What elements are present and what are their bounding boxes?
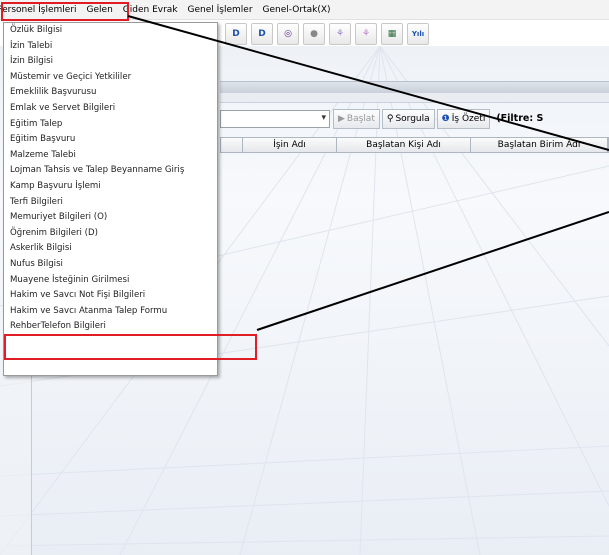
left-frame xyxy=(0,368,32,555)
menu-item-lojman-tahsis[interactable]: Lojman Tahsis ve Talep Beyanname Giriş xyxy=(4,163,217,179)
users-alt-icon[interactable]: ⚘ xyxy=(355,23,377,45)
menu-item-askerlik-bilgisi[interactable]: Askerlik Bilgisi xyxy=(4,241,217,257)
menu-item-izin-talebi[interactable]: İzin Talebi xyxy=(4,39,217,55)
menu-item-atanma-talep-formu[interactable]: Hakim ve Savcı Atanma Talep Formu xyxy=(4,304,217,320)
menu-item-rehber-telefon[interactable]: RehberTelefon Bilgileri xyxy=(4,319,217,335)
document-delete-glyph: D xyxy=(258,29,266,39)
users-icon[interactable]: ⚘ xyxy=(329,23,351,45)
globe-icon[interactable]: ◎ xyxy=(277,23,299,45)
circle-icon[interactable]: ● xyxy=(303,23,325,45)
menu-item-nufus-bilgisi[interactable]: Nufus Bilgisi xyxy=(4,257,217,273)
document-add-glyph: D xyxy=(232,29,240,39)
menu-item-emeklilik-basvurusu[interactable]: Emeklilik Başvurusu xyxy=(4,85,217,101)
grid-icon[interactable]: ▦ xyxy=(381,23,403,45)
filter-combobox[interactable]: ▾ xyxy=(220,110,330,128)
query-button[interactable]: ⚲ Sorgula xyxy=(381,109,435,129)
column-header-is-adi[interactable]: İşin Adı xyxy=(243,138,337,152)
annotation-box-menubar xyxy=(1,2,129,21)
menu-item-emlak-servet[interactable]: Emlak ve Servet Bilgileri xyxy=(4,101,217,117)
grid-header-spacer xyxy=(221,138,243,152)
menu-genel-islemler[interactable]: Genel İşlemler xyxy=(183,0,258,20)
annotation-box-menu-item xyxy=(4,334,257,360)
column-header-baslatan-birim[interactable]: Başlatan Birim Adı xyxy=(471,138,608,152)
chevron-down-icon[interactable]: ▾ xyxy=(321,113,326,123)
column-header-baslatan-kisi[interactable]: Başlatan Kişi Adı xyxy=(337,138,471,152)
grid-header: İşin Adı Başlatan Kişi Adı Başlatan Biri… xyxy=(220,137,609,153)
panel-strip xyxy=(220,81,609,93)
document-add-icon[interactable]: D xyxy=(225,23,247,45)
menu-item-ozluk-bilgisi[interactable]: Özlük Bilgisi xyxy=(4,23,217,39)
menu-item-muayene-istegi[interactable]: Muayene İsteğinin Girilmesi xyxy=(4,273,217,289)
users-alt-glyph: ⚘ xyxy=(361,29,371,39)
year-icon[interactable]: Yılı xyxy=(407,23,429,45)
menu-item-ogrenim-bilgileri[interactable]: Öğrenim Bilgileri (D) xyxy=(4,226,217,242)
menu-item-memuriyet-bilgileri[interactable]: Memuriyet Bilgileri (O) xyxy=(4,210,217,226)
year-glyph: Yılı xyxy=(411,30,425,38)
search-icon: ⚲ xyxy=(386,114,394,124)
query-label: Sorgula xyxy=(395,114,430,124)
start-label: Başlat xyxy=(346,114,375,124)
summary-label: İş Özeti xyxy=(451,114,486,124)
menu-item-not-fisi[interactable]: Hakim ve Savcı Not Fişi Bilgileri xyxy=(4,288,217,304)
menu-item-mustemir-gecici[interactable]: Müstemir ve Geçici Yetkililer xyxy=(4,70,217,86)
menu-item-egitim-basvuru[interactable]: Eğitim Başvuru xyxy=(4,132,217,148)
menu-genel-ortak[interactable]: Genel-Ortak(X) xyxy=(258,0,336,20)
document-delete-icon[interactable]: D xyxy=(251,23,273,45)
users-glyph: ⚘ xyxy=(335,29,345,39)
personel-islemleri-dropdown: Özlük Bilgisi İzin Talebi İzin Bilgisi M… xyxy=(3,22,218,376)
grid-glyph: ▦ xyxy=(387,29,397,39)
circle-glyph: ● xyxy=(310,29,318,39)
menu-item-malzeme-talebi[interactable]: Malzeme Talebi xyxy=(4,148,217,164)
panel-strip-lower xyxy=(220,93,609,103)
menu-item-izin-bilgisi[interactable]: İzin Bilgisi xyxy=(4,54,217,70)
menu-item-egitim-talep[interactable]: Eğitim Talep xyxy=(4,117,217,133)
summary-icon: ❶ xyxy=(441,114,450,124)
summary-button[interactable]: ❶ İş Özeti xyxy=(436,109,491,129)
play-icon: ▶ xyxy=(338,114,345,124)
action-buttons: ▶ Başlat ⚲ Sorgula ❶ İş Özeti (Filtre: S xyxy=(333,108,543,130)
filter-label: (Filtre: S xyxy=(496,113,544,124)
menu-item-kamp-basvuru[interactable]: Kamp Başvuru İşlemi xyxy=(4,179,217,195)
toolbar: D D ◎ ● ⚘ ⚘ ▦ Yılı xyxy=(225,22,429,46)
menu-item-terfi-bilgileri[interactable]: Terfi Bilgileri xyxy=(4,195,217,211)
globe-glyph: ◎ xyxy=(284,29,292,39)
start-button[interactable]: ▶ Başlat xyxy=(333,109,380,129)
